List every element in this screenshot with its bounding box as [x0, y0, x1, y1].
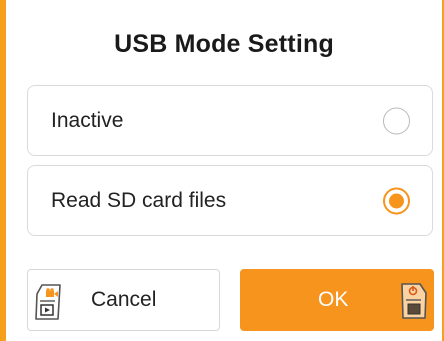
cancel-button[interactable]: Cancel [27, 269, 220, 331]
option-inactive[interactable]: Inactive [27, 85, 433, 156]
option-read-sd-card[interactable]: Read SD card files [27, 165, 433, 236]
cancel-label: Cancel [91, 288, 157, 311]
radio-read-sd-card[interactable] [383, 187, 410, 214]
radio-inactive[interactable] [383, 107, 410, 134]
camera-key-icon [33, 282, 63, 322]
ok-button[interactable]: OK [240, 269, 434, 331]
usb-mode-dialog: USB Mode Setting Inactive Read SD card f… [6, 0, 442, 341]
power-key-icon [399, 281, 429, 321]
ok-label: OK [318, 288, 349, 311]
option-inactive-label: Inactive [51, 108, 124, 132]
option-read-sd-card-label: Read SD card files [51, 188, 227, 212]
dialog-title: USB Mode Setting [114, 30, 334, 58]
